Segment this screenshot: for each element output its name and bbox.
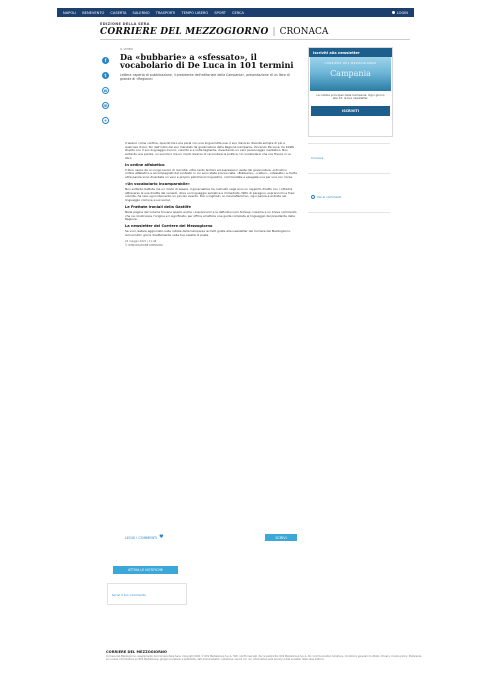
page-footer: CORRIERE DEL MEZZOGIORNO Corriere del Me… — [106, 650, 424, 661]
nav-item-caserta[interactable]: CASERTA — [110, 11, 126, 15]
article-body: Il lessico come confine, quando De Luca … — [125, 141, 297, 247]
comment-icon — [311, 195, 315, 199]
newspaper-logo[interactable]: CORRIERE DEL MEZZOGIORNO — [100, 27, 269, 37]
masthead-divider — [100, 39, 410, 40]
read-comments-link[interactable]: LEGGI I COMMENTI ♥ — [125, 535, 164, 540]
login-link[interactable]: LOGIN — [391, 10, 408, 15]
masthead-separator: | — [272, 27, 276, 37]
whatsapp-share-icon[interactable]: w — [102, 87, 109, 94]
more-share-icon[interactable]: + — [102, 117, 109, 124]
newsletter-header: Iscriviti alla newsletter — [309, 48, 392, 57]
newsletter-subscribe-button[interactable]: ISCRIVITI — [311, 105, 390, 116]
body-intro: Il lessico come confine, quando De Luca … — [125, 141, 295, 160]
body-paragraph-2: Non soltanto battute ma un modo di esser… — [125, 187, 295, 203]
facebook-share-icon[interactable]: f — [102, 57, 109, 64]
masthead-brand: CORRIERE DEL MEZZOGIORNO | CRONACA — [100, 27, 420, 37]
twitter-share-icon[interactable]: t — [102, 72, 109, 79]
article-signature: 24 maggio 2021 | 11:48 © RIPRODUZIONE RI… — [125, 240, 164, 247]
nav-item-salerno[interactable]: SALERNO — [133, 11, 150, 15]
mail-share-icon[interactable]: m — [102, 102, 109, 109]
nav-item-tempo-libero[interactable]: TEMPO LIBERO — [181, 11, 208, 15]
section-title[interactable]: CRONACA — [280, 27, 329, 37]
newsletter-image: CORRIERE DEL MEZZOGIORNO Campania — [310, 57, 391, 91]
masthead-supertitle: EDIZIONE DELLA SERA — [100, 22, 150, 26]
sidebar-link-comments[interactable]: Vai ai commenti — [311, 195, 341, 199]
share-bar: f t w m + — [102, 57, 110, 124]
body-subheading-1: In ordine alfabetico — [125, 162, 165, 167]
newsletter-text: Le notizie principali della Campania. Og… — [316, 93, 385, 101]
article-actions: LEGGI I COMMENTI ♥ SCRIVI — [125, 533, 297, 542]
masthead: EDIZIONE DELLA SERA CORRIERE DEL MEZZOGI… — [100, 22, 420, 37]
heart-icon: ♥ — [159, 534, 164, 540]
write-comment-button[interactable]: SCRIVI — [265, 534, 297, 541]
sidebar-divider — [308, 173, 390, 174]
newsletter-promo-text[interactable]: Se vuoi restare aggiornato sulle notizie… — [125, 229, 297, 237]
sidebar-link-cronaca[interactable]: Cronaca — [311, 156, 323, 160]
user-icon — [391, 11, 395, 14]
nav-item-napoli[interactable]: NAPOLI — [63, 11, 76, 15]
sidebar-link-label: Vai ai commenti — [317, 195, 342, 199]
comment-box-label: Scrivi il tuo commento — [112, 593, 146, 597]
top-nav: NAPOLI BENEVENTO CASERTA SALERNO TRASPOR… — [63, 11, 392, 15]
read-comments-label: LEGGI I COMMENTI — [125, 535, 158, 540]
nav-item-cerca[interactable]: CERCA — [232, 11, 244, 15]
notifications-button[interactable]: ATTIVA LE NOTIFICHE — [113, 566, 178, 574]
nav-item-trasporti[interactable]: TRASPORTI — [156, 11, 176, 15]
article-header: IL VIDEO Da «bubbarie» a «sfessato», il … — [120, 47, 298, 81]
nav-item-benevento[interactable]: BENEVENTO — [82, 11, 104, 15]
top-navigation-bar: NAPOLI BENEVENTO CASERTA SALERNO TRASPOR… — [57, 8, 414, 17]
sidebar-link-label: Cronaca — [311, 156, 324, 160]
body-paragraph-3: Nelle pagine del volume trovano spazio a… — [125, 210, 297, 222]
newsletter-image-subtitle: CORRIERE DEL MEZZOGIORNO — [324, 62, 377, 65]
comment-box[interactable]: Scrivi il tuo commento — [107, 583, 187, 605]
body-subheading-3: Le Frattate ironiali della Gastlife — [125, 204, 191, 209]
article-kicker: IL VIDEO — [120, 47, 134, 51]
newsletter-image-title: Campania — [330, 69, 371, 78]
newsletter-widget: Iscriviti alla newsletter CORRIERE DEL M… — [308, 47, 393, 137]
body-subheading-2: «Un vocabolario incomparabile» — [125, 181, 190, 186]
nav-item-sport[interactable]: SPORT — [214, 11, 226, 15]
sidebar-divider — [308, 143, 390, 144]
article-headline: Da «bubbarie» a «sfessato», il vocabolar… — [120, 52, 294, 71]
footer-legal-text: Corriere del Mezzogiorno, supplemento de… — [106, 655, 422, 662]
body-paragraph-1: Il libro nasce da un lungo lavoro di rac… — [125, 167, 297, 180]
sidebar-divider — [308, 212, 390, 213]
login-label: LOGIN — [396, 10, 408, 15]
footer-title: CORRIERE DEL MEZZOGIORNO — [106, 650, 167, 654]
newsletter-promo-heading: La newsletter del Corriere del Mezzogior… — [125, 224, 213, 229]
article-summary: Lettera «aperta di pubblicazione, il pre… — [120, 72, 290, 81]
